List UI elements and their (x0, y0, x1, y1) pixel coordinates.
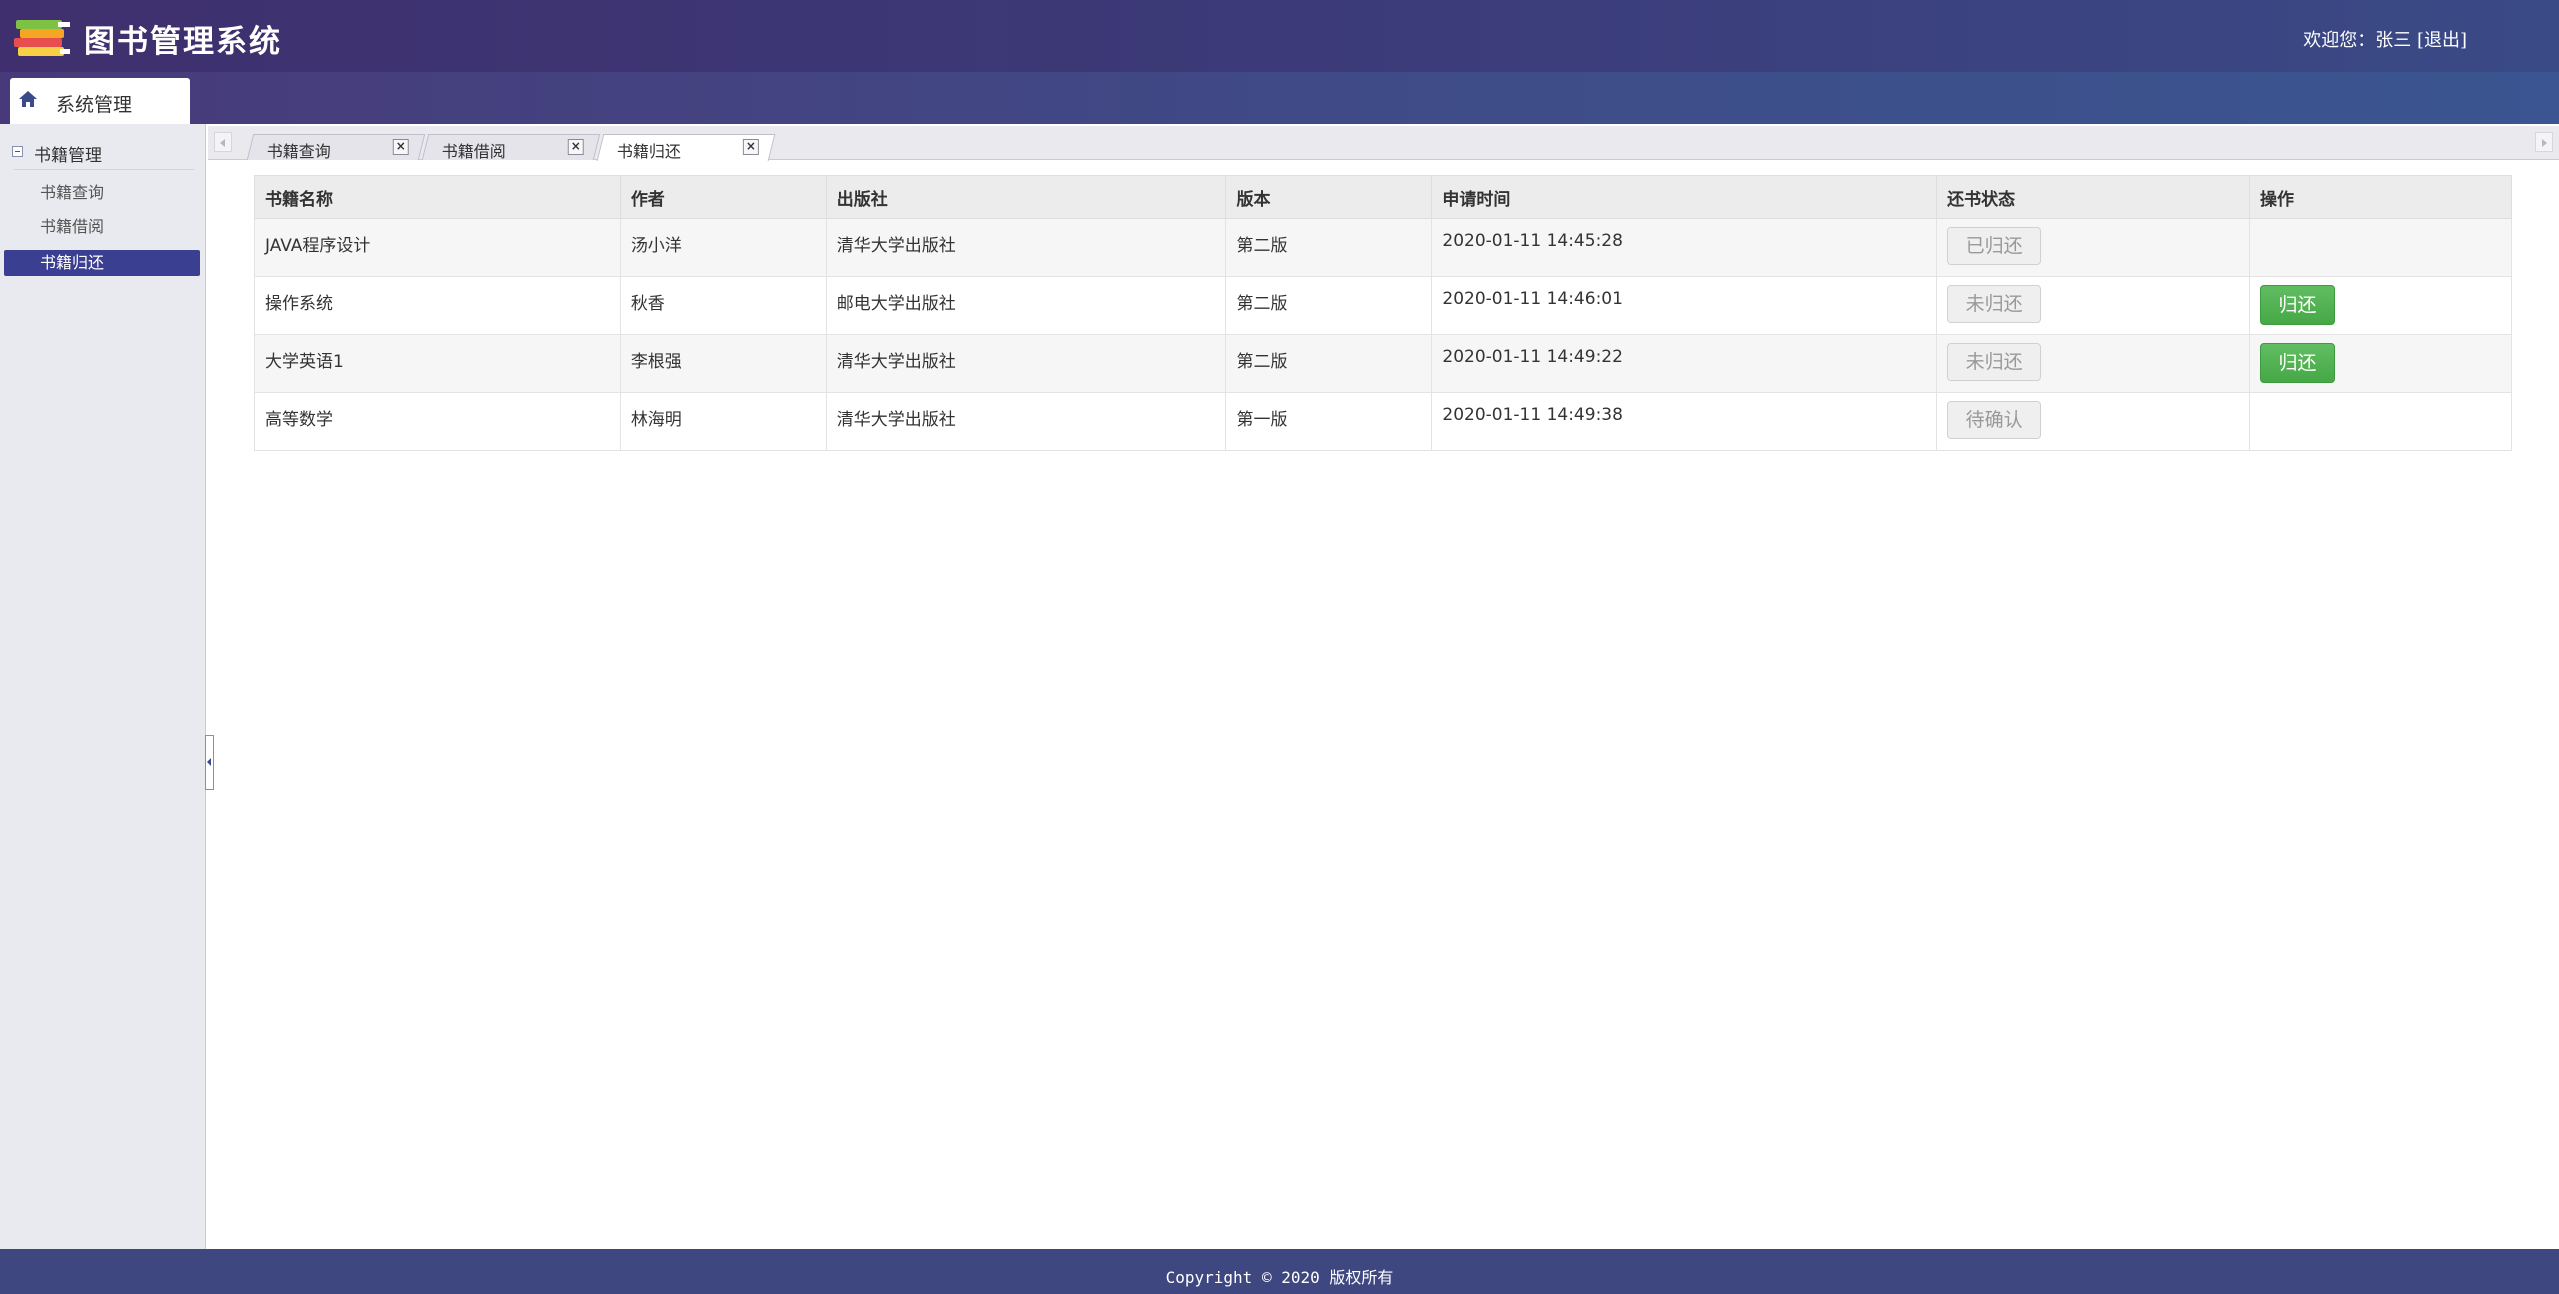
sidebar-item-book-borrow[interactable]: 书籍借阅 (4, 214, 200, 240)
tab-label: 书籍查询 (266, 142, 331, 161)
edition-cell: 第二版 (1225, 218, 1433, 277)
nav-tab-label: 系统管理 (56, 94, 133, 116)
footer: Copyright © 2020 版权所有 (0, 1249, 2559, 1294)
logout-link[interactable]: [退出] (2417, 30, 2467, 51)
publisher-cell: 清华大学出版社 (825, 218, 1227, 277)
sidebar-group-label: 书籍管理 (34, 146, 102, 166)
tab-close-icon[interactable]: × (567, 139, 584, 155)
author-cell: 汤小洋 (619, 218, 827, 277)
tab-label: 书籍借阅 (441, 142, 506, 161)
column-header: 还书状态 (1936, 175, 2251, 219)
tab-book-borrow[interactable]: 书籍借阅 × (421, 134, 601, 161)
action-cell (2249, 218, 2512, 277)
book-name-cell: 高等数学 (254, 392, 621, 451)
nav-tab-system[interactable]: 系统管理 (10, 78, 190, 124)
author-cell: 李根强 (619, 334, 827, 393)
column-header: 申请时间 (1431, 175, 1938, 219)
status-cell: 未归还 (1936, 334, 2251, 393)
book-return-table: 书籍名称 作者 出版社 版本 申请时间 还书状态 操作 JAVA程序设计 汤小洋… (254, 175, 2512, 451)
home-icon (19, 91, 37, 107)
column-header: 作者 (619, 175, 827, 219)
column-header: 书籍名称 (254, 175, 621, 219)
author-cell: 秋香 (619, 276, 827, 335)
table-row: 大学英语1 李根强 清华大学出版社 第二版 2020-01-11 14:49:2… (254, 334, 2512, 393)
top-nav: 系统管理 (0, 72, 2559, 124)
app-title: 图书管理系统 (84, 24, 282, 60)
table-header-row: 书籍名称 作者 出版社 版本 申请时间 还书状态 操作 (254, 175, 2512, 219)
publisher-cell: 邮电大学出版社 (825, 276, 1227, 335)
status-badge: 未归还 (1947, 343, 2042, 381)
status-cell: 待确认 (1936, 392, 2251, 451)
column-header: 出版社 (825, 175, 1227, 219)
column-header: 版本 (1225, 175, 1433, 219)
sidebar-item-book-query[interactable]: 书籍查询 (4, 180, 200, 206)
sidebar-divider (14, 169, 194, 170)
sidebar-collapse-handle[interactable] (205, 735, 214, 790)
action-cell (2249, 392, 2512, 451)
sidebar-item-book-return[interactable]: 书籍归还 (4, 250, 200, 276)
status-cell: 已归还 (1936, 218, 2251, 277)
tab-book-query[interactable]: 书籍查询 × (246, 134, 426, 161)
return-button[interactable]: 归还 (2260, 285, 2336, 325)
author-cell: 林海明 (619, 392, 827, 451)
action-cell: 归还 (2249, 276, 2512, 335)
copyright-text: Copyright © 2020 版权所有 (1165, 1268, 1394, 1287)
column-header: 操作 (2249, 175, 2512, 219)
return-button[interactable]: 归还 (2260, 343, 2336, 383)
action-cell: 归还 (2249, 334, 2512, 393)
table-row: 高等数学 林海明 清华大学出版社 第一版 2020-01-11 14:49:38… (254, 392, 2512, 451)
tab-scroll-left-icon[interactable] (214, 132, 232, 152)
publisher-cell: 清华大学出版社 (825, 334, 1227, 393)
tab-label: 书籍归还 (616, 142, 681, 161)
apply-time-cell: 2020-01-11 14:45:28 (1431, 218, 1938, 277)
user-area: 欢迎您：张三 [退出] (2303, 26, 2467, 52)
status-badge: 已归还 (1947, 227, 2042, 265)
tab-close-icon[interactable]: × (742, 139, 759, 155)
tab-scroll-right-icon[interactable] (2535, 132, 2553, 152)
tab-close-icon[interactable]: × (392, 139, 409, 155)
status-badge: 未归还 (1947, 285, 2042, 323)
edition-cell: 第二版 (1225, 334, 1433, 393)
status-cell: 未归还 (1936, 276, 2251, 335)
books-icon (14, 20, 70, 56)
book-name-cell: 操作系统 (254, 276, 621, 335)
return-table-panel: 书籍名称 作者 出版社 版本 申请时间 还书状态 操作 JAVA程序设计 汤小洋… (254, 175, 2512, 451)
sidebar: 书籍管理 书籍查询 书籍借阅 书籍归还 (0, 124, 206, 1249)
table-row: JAVA程序设计 汤小洋 清华大学出版社 第二版 2020-01-11 14:4… (254, 218, 2512, 277)
edition-cell: 第一版 (1225, 392, 1433, 451)
welcome-text: 欢迎您：张三 (2303, 30, 2412, 51)
apply-time-cell: 2020-01-11 14:49:38 (1431, 392, 1938, 451)
apply-time-cell: 2020-01-11 14:49:22 (1431, 334, 1938, 393)
status-badge: 待确认 (1947, 401, 2042, 439)
apply-time-cell: 2020-01-11 14:46:01 (1431, 276, 1938, 335)
book-name-cell: JAVA程序设计 (254, 218, 621, 277)
book-name-cell: 大学英语1 (254, 334, 621, 393)
publisher-cell: 清华大学出版社 (825, 392, 1227, 451)
collapse-toggle-icon[interactable] (12, 146, 23, 157)
app-header: 图书管理系统 欢迎您：张三 [退出] (0, 0, 2559, 72)
tab-bar: 书籍查询 × 书籍借阅 × 书籍归还 × (208, 126, 2559, 161)
edition-cell: 第二版 (1225, 276, 1433, 335)
table-row: 操作系统 秋香 邮电大学出版社 第二版 2020-01-11 14:46:01 … (254, 276, 2512, 335)
tab-book-return[interactable]: 书籍归还 × (596, 134, 776, 161)
